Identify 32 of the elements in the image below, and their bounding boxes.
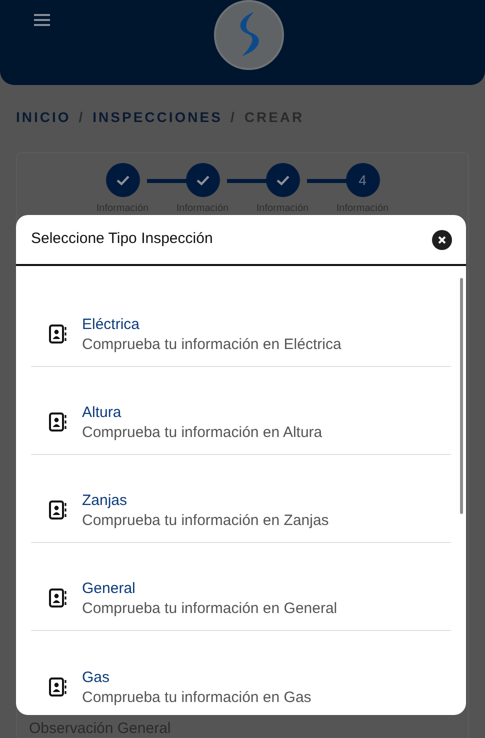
item-description: Comprueba tu información en Eléctrica	[82, 335, 342, 355]
item-description: Comprueba tu información en Altura	[82, 423, 322, 443]
contact-card-icon	[49, 677, 67, 697]
check-icon	[196, 174, 210, 186]
modal-title: Seleccione Tipo Inspección	[31, 229, 213, 250]
inspection-type-item[interactable]: Gas Comprueba tu información en Gas	[31, 631, 451, 715]
inspection-type-item[interactable]: Altura Comprueba tu información en Altura	[31, 367, 451, 455]
contact-card-icon	[49, 324, 67, 344]
check-icon	[116, 174, 130, 186]
breadcrumb-separator: /	[230, 108, 236, 127]
contact-card-icon	[49, 500, 67, 520]
close-icon	[438, 236, 446, 244]
check-icon	[276, 174, 290, 186]
item-title: Gas	[82, 668, 111, 688]
close-button[interactable]	[432, 230, 452, 250]
menu-icon[interactable]	[34, 12, 50, 28]
item-title: General	[82, 579, 136, 599]
breadcrumb-separator: /	[78, 108, 85, 127]
inspection-type-item[interactable]: Zanjas Comprueba tu información en Zanjas	[31, 455, 451, 543]
item-title: Zanjas	[82, 491, 128, 511]
item-description: Comprueba tu información en Gas	[82, 688, 312, 708]
inspection-type-item[interactable]: Eléctrica Comprueba tu información en Eléctrica	[31, 279, 451, 367]
logo-icon	[214, 0, 284, 70]
inspection-type-item[interactable]: General Comprueba tu información en General	[31, 543, 451, 631]
contact-card-icon	[49, 588, 67, 608]
item-title: Eléctrica	[82, 315, 141, 335]
step-indicator: 4	[346, 163, 380, 197]
contact-card-icon	[49, 412, 67, 432]
item-title: Altura	[82, 403, 122, 423]
item-description: Comprueba tu información en General	[82, 599, 338, 619]
item-description: Comprueba tu información en Zanjas	[82, 511, 329, 531]
scrollbar[interactable]	[460, 278, 463, 514]
